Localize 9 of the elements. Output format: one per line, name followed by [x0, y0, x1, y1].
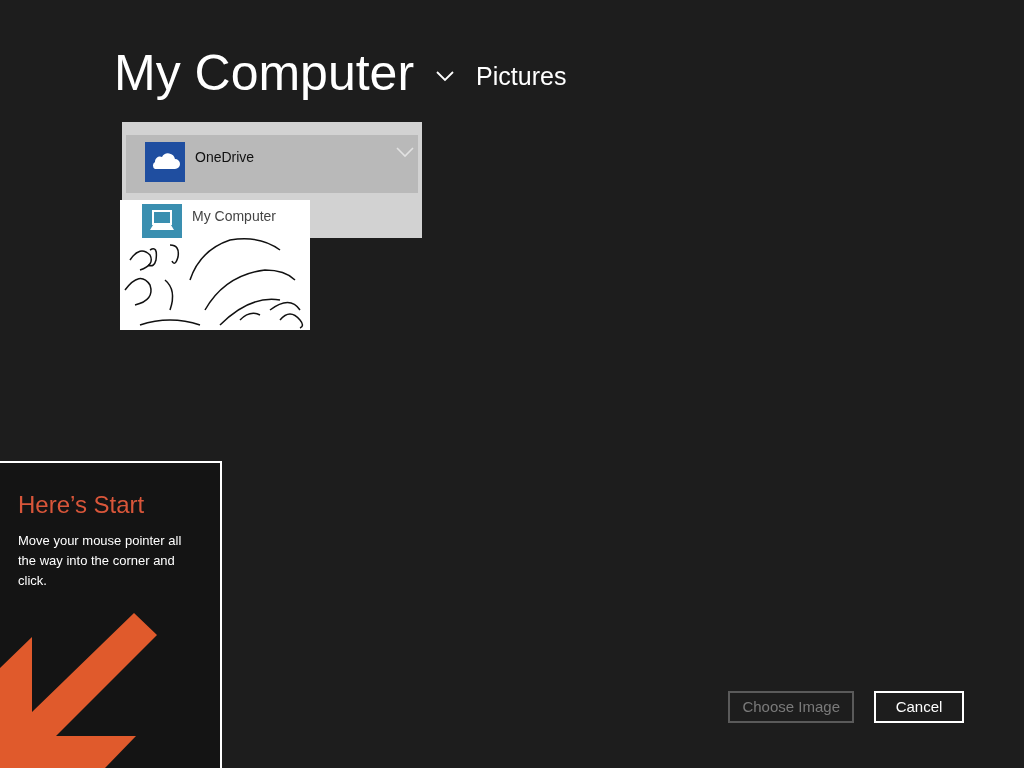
location-title: My Computer	[114, 48, 415, 98]
folder-name: Pictures	[476, 61, 567, 93]
cloud-icon	[145, 142, 185, 182]
arrow-icon	[0, 613, 160, 768]
cancel-button[interactable]: Cancel	[874, 691, 964, 723]
tip-text: Move your mouse pointer all the way into the corner and click.	[18, 532, 183, 590]
menu-item[interactable]: My Computer	[142, 204, 277, 238]
tip-title: Here’s Start	[18, 490, 146, 520]
laptop-icon	[142, 204, 182, 238]
